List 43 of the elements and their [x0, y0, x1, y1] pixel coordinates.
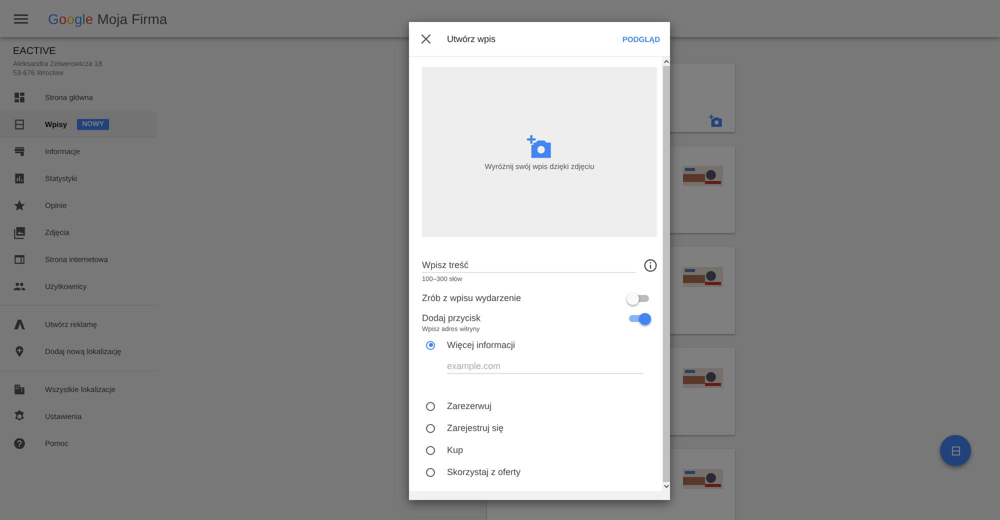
radio-button[interactable]: [426, 340, 435, 350]
posts-icon: [13, 118, 26, 131]
radio-option[interactable]: Kup: [422, 440, 657, 460]
dialog-title: Utwórz wpis: [447, 34, 497, 44]
radio-button[interactable]: [426, 424, 435, 432]
web-page-icon: [13, 253, 26, 266]
toggle-switch[interactable]: [629, 295, 649, 302]
radio-button[interactable]: [426, 446, 435, 454]
google-logo[interactable]: Google: [48, 10, 94, 26]
add-photo-icon: [526, 134, 552, 160]
scroll-up-icon[interactable]: [662, 58, 670, 65]
new-post-button[interactable]: [940, 435, 971, 466]
scrollbar[interactable]: [662, 57, 670, 491]
store-icon: [13, 145, 26, 158]
radio-option[interactable]: Skorzystaj z oferty: [422, 462, 657, 482]
people-icon: [13, 280, 26, 293]
radio-option[interactable]: Zarejestruj się: [422, 418, 657, 438]
ads-icon: [13, 318, 26, 331]
toggle-switch[interactable]: [629, 315, 649, 322]
radio-option[interactable]: Więcej informacji: [422, 335, 657, 355]
menu-icon[interactable]: [14, 14, 28, 24]
app-title: Moja Firma: [97, 10, 168, 26]
star-icon: [13, 199, 26, 212]
building-icon: [13, 383, 26, 396]
photos-icon: [13, 226, 26, 239]
horizontal-scrollbar[interactable]: [409, 491, 670, 500]
add-photo-icon[interactable]: [709, 114, 723, 128]
settings-icon: [13, 410, 26, 423]
toggle-label: Dodaj przycisk: [422, 313, 481, 323]
close-icon[interactable]: [421, 34, 431, 44]
posts-icon: [950, 444, 962, 456]
toggle-label: Zrób z wpisu wydarzenie: [422, 293, 522, 303]
radio-button[interactable]: [426, 468, 435, 476]
scroll-down-icon[interactable]: [662, 483, 670, 490]
help-icon: [13, 437, 26, 450]
chart-icon: [13, 172, 26, 185]
info-icon[interactable]: [644, 259, 657, 272]
business-name: EACTIVE: [13, 46, 57, 57]
dashboard-icon: [13, 91, 26, 104]
post-text-field[interactable]: Wpisz treść: [422, 258, 636, 273]
radio-option[interactable]: Zarezerwuj: [422, 396, 657, 416]
radio-button[interactable]: [426, 402, 435, 410]
location-pin-icon: [13, 345, 26, 358]
